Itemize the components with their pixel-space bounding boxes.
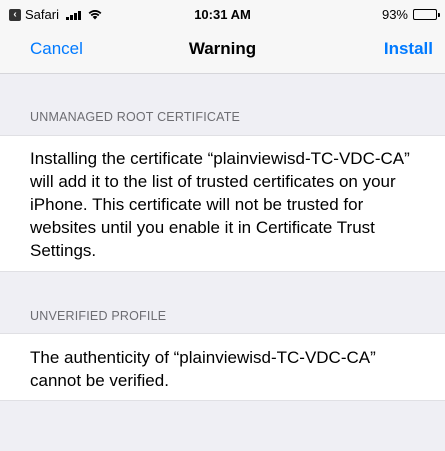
unverified-profile-text: The authenticity of “plainviewisd-TC-VDC… — [30, 348, 376, 390]
certificate-warning-cell: Installing the certificate “plainviewisd… — [0, 135, 445, 272]
status-time: 10:31 AM — [194, 7, 251, 22]
certificate-warning-text: Installing the certificate “plainviewisd… — [30, 149, 410, 260]
nav-bar: Cancel Warning Install — [0, 30, 445, 74]
cancel-button[interactable]: Cancel — [30, 39, 83, 59]
battery-percent: 93% — [381, 7, 408, 22]
status-bar: ‹ Safari 10:31 AM 93% — [0, 0, 445, 30]
status-right: 93% — [381, 7, 440, 22]
battery-icon — [413, 9, 440, 20]
unverified-profile-cell: The authenticity of “plainviewisd-TC-VDC… — [0, 333, 445, 401]
install-button[interactable]: Install — [384, 39, 433, 59]
section-header-root-certificate: UNMANAGED ROOT CERTIFICATE — [30, 110, 241, 124]
section-header-unverified-profile: UNVERIFIED PROFILE — [30, 309, 167, 323]
